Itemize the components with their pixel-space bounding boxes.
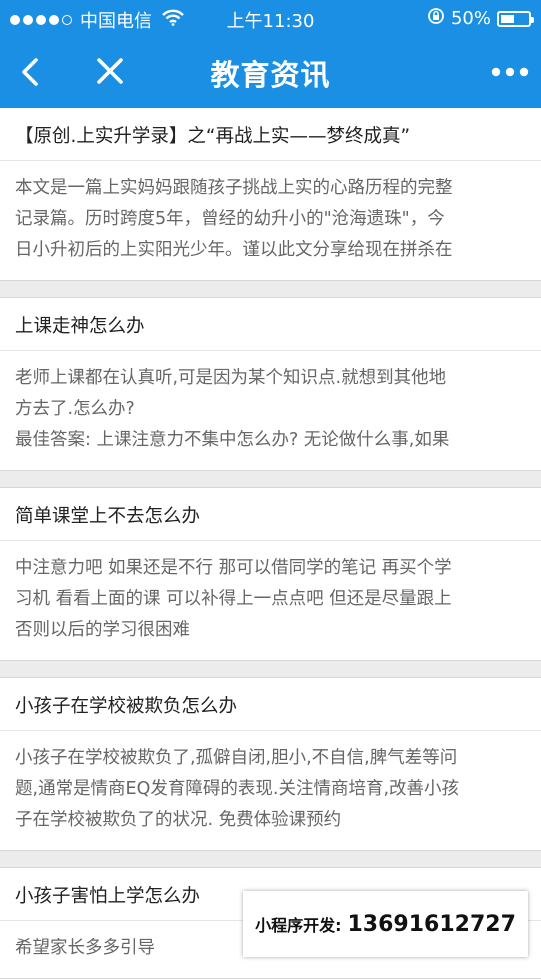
article-summary: 老师上课都在认真听,可是因为某个知识点.就想到其他地 方去了.怎么办? 最佳答案… (15, 368, 450, 450)
article-card[interactable]: 【原创.上实升学录】之“再战上实——梦终成真” 本文是一篇上实妈妈跟随孩子挑战上… (0, 108, 541, 281)
battery-icon (497, 10, 534, 27)
article-title: 简单课堂上不去怎么办 (0, 488, 541, 541)
article-title: 小孩子在学校被欺负怎么办 (0, 678, 541, 731)
status-bar-right: 50% (427, 7, 534, 30)
status-bar: 中国电信 上午11:30 50% (0, 0, 541, 36)
article-card[interactable]: 小孩子在学校被欺负怎么办 小孩子在学校被欺负了,孤僻自闭,胆小,不自信,脾气差等… (0, 677, 541, 851)
page-title: 教育资讯 (210, 58, 331, 92)
article-summary: 小孩子在学校被欺负了,孤僻自闭,胆小,不自信,脾气差等问 题,通常是情商EQ发育… (15, 748, 460, 830)
developer-watermark: 小程序开发: 13691612727 (243, 891, 528, 957)
battery-percent: 50% (450, 8, 491, 29)
watermark-label: 小程序开发: (255, 916, 342, 935)
article-title: 【原创.上实升学录】之“再战上实——梦终成真” (0, 108, 541, 161)
article-card[interactable]: 简单课堂上不去怎么办 中注意力吧 如果还是不行 那可以借同学的笔记 再买个学 习… (0, 487, 541, 661)
article-card[interactable]: 上课走神怎么办 老师上课都在认真听,可是因为某个知识点.就想到其他地 方去了.怎… (0, 297, 541, 471)
nav-bar: 教育资讯 (0, 36, 541, 108)
article-summary: 本文是一篇上实妈妈跟随孩子挑战上实的心路历程的完整 记录篇。历时跨度5年，曾经的… (15, 178, 453, 260)
article-list: 【原创.上实升学录】之“再战上实——梦终成真” 本文是一篇上实妈妈跟随孩子挑战上… (0, 108, 541, 979)
watermark-number: 13691612727 (347, 911, 516, 937)
article-title: 上课走神怎么办 (0, 298, 541, 351)
orientation-lock-icon (427, 7, 445, 30)
more-button[interactable] (489, 60, 531, 84)
more-dots-icon (491, 67, 529, 77)
article-summary: 中注意力吧 如果还是不行 那可以借同学的笔记 再买个学 习机 看看上面的课 可以… (15, 558, 452, 640)
